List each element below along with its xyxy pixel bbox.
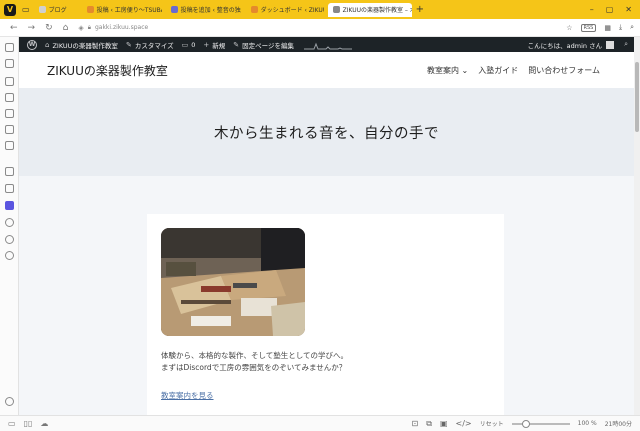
tab-blog[interactable]: ブログ (34, 3, 78, 17)
search-icon[interactable]: ⌕ (630, 23, 634, 32)
edit-page-link[interactable]: ✎ 固定ページを編集 (233, 40, 294, 50)
vivaldi-logo-icon[interactable]: V (4, 3, 16, 16)
downloads-icon[interactable] (5, 59, 14, 68)
home-icon: ⌂ (45, 40, 50, 49)
add-panel-icon[interactable] (5, 251, 14, 260)
intro-text-line2: まずはDiscordで工房の雰囲気をのぞいてみませんか？ (161, 363, 347, 372)
window-panel-icon[interactable] (5, 109, 14, 118)
panel-toggle-icon[interactable]: ▭ (8, 419, 16, 428)
site-title[interactable]: ZIKUUの楽器製作教室 (47, 62, 168, 79)
scrollbar-thumb[interactable] (635, 62, 639, 132)
back-icon[interactable]: ← (10, 23, 18, 33)
tab-dashboard[interactable]: ダッシュボード ‹ ZIKUU ... (246, 3, 324, 17)
mail-icon[interactable] (5, 184, 14, 193)
new-tab-icon[interactable]: + (416, 4, 424, 15)
site-header: ZIKUUの楽器製作教室 教室案内 ⌄ 入塾ガイド 問い合わせフォーム (19, 52, 634, 88)
wp-logo-menu[interactable]: W (27, 39, 37, 50)
favicon-icon (250, 6, 258, 13)
zoom-level: 100 % (577, 420, 597, 427)
stats-sparkline-icon[interactable] (304, 40, 353, 50)
page-viewport: ZIKUUの楽器製作教室 教室案内 ⌄ 入塾ガイド 問い合わせフォーム 木から生… (19, 52, 634, 415)
intro-card: 体験から、本格的な製作、そして塾生としての学びへ。 まずはDiscordで工房の… (147, 214, 504, 415)
zoom-reset[interactable]: リセット (480, 419, 504, 428)
pencil-icon: ✎ (233, 40, 240, 49)
menu-item-classroom[interactable]: 教室案内 ⌄ (427, 65, 468, 76)
primary-menu: 教室案内 ⌄ 入塾ガイド 問い合わせフォーム (427, 65, 600, 76)
close-window-icon[interactable]: ✕ (625, 5, 632, 14)
tab-add-post[interactable]: 投稿を追加 ‹ 整音の独り... (166, 3, 242, 17)
tile-icon[interactable]: ⧉ (426, 419, 432, 429)
web-panel-icon[interactable] (5, 235, 14, 244)
browser-status-bar: ▭ ▯▯ ☁ ⊡ ⧉ ▣ </> リセット 100 % 21時00分 (0, 415, 640, 431)
lock-icon: 🔒︎ (87, 23, 91, 31)
page-actions-icon[interactable]: </> (456, 419, 472, 428)
menu-item-admission-guide[interactable]: 入塾ガイド (478, 65, 518, 76)
window-controls: – ▢ ✕ (590, 5, 632, 14)
intro-text: 体験から、本格的な製作、そして塾生としての学びへ。 まずはDiscordで工房の… (161, 350, 348, 374)
capture-icon[interactable]: ⊡ (412, 419, 419, 428)
my-account-menu[interactable]: こんにちは、admin さん ⌕ (528, 40, 628, 50)
settings-icon[interactable] (5, 397, 14, 406)
sync-cloud-icon[interactable]: ☁ (40, 419, 48, 428)
minimize-icon[interactable]: – (590, 5, 594, 14)
plus-icon: + (203, 40, 210, 49)
status-bar-tools: ⊡ ⧉ ▣ </> リセット 100 % 21時00分 (412, 419, 632, 429)
tiling-icon[interactable]: ▯▯ (24, 419, 33, 428)
bookmark-icon[interactable]: ☆ (566, 24, 572, 32)
new-content-menu[interactable]: + 新規 (203, 40, 225, 50)
wp-admin-bar: W ⌂ ZIKUUの楽器製作教室 ✎ カスタマイズ ▭ 0 + 新規 ✎ 固定ペ… (19, 37, 634, 52)
address-bar-tools: ☆ RSS ▦ ⤓ ⌕ (566, 23, 634, 32)
customize-link[interactable]: ✎ カスタマイズ (126, 40, 174, 50)
translate-icon[interactable] (5, 141, 14, 150)
browser-side-panel (0, 37, 19, 415)
hero-title: 木から生まれる音を、自分の手で (214, 125, 439, 142)
zoom-slider[interactable] (511, 419, 570, 428)
classroom-info-link[interactable]: 教室案内を見る (161, 390, 214, 401)
workshop-photo (161, 228, 305, 336)
forward-icon[interactable]: → (28, 23, 36, 33)
wordpress-icon: W (27, 39, 37, 50)
avatar (606, 40, 615, 49)
favicon-icon (86, 6, 94, 13)
tab-post-kobo[interactable]: 投稿 ‹ 工房便り〜TSUBA... (82, 3, 162, 17)
rss-icon[interactable]: RSS (580, 23, 597, 32)
brush-icon: ✎ (125, 40, 132, 49)
calendar-icon[interactable] (5, 167, 14, 176)
page-scrollbar[interactable] (634, 37, 640, 415)
comment-icon: ▭ (181, 40, 189, 49)
notes-icon[interactable] (5, 93, 14, 102)
web-panel-icon[interactable] (5, 218, 14, 227)
site-name-menu[interactable]: ⌂ ZIKUUの楽器製作教室 (45, 40, 118, 50)
reading-list-icon[interactable] (5, 125, 14, 134)
history-icon[interactable] (5, 77, 14, 86)
maximize-icon[interactable]: ▢ (606, 5, 614, 14)
url-field[interactable]: ◈ 🔒︎ gakki.zikuu.space (78, 24, 148, 32)
favicon-icon (170, 6, 178, 13)
tab-zikuu-active[interactable]: ZIKUUの楽器製作教室 – 木 ✕ (327, 2, 412, 17)
image-toggle-icon[interactable]: ▣ (440, 419, 448, 428)
download-icon[interactable]: ⤓ (619, 23, 622, 32)
extensions-icon[interactable]: ▦ (604, 24, 611, 32)
search-icon[interactable]: ⌕ (624, 40, 628, 49)
hero-banner: 木から生まれる音を、自分の手で (19, 88, 634, 176)
shield-icon: ◈ (78, 23, 84, 32)
comments-link[interactable]: ▭ 0 (182, 41, 196, 49)
favicon-icon (38, 6, 46, 13)
clock: 21時00分 (604, 421, 632, 428)
panel-icon[interactable]: ▭ (22, 5, 30, 14)
workshop-photo-image (161, 228, 305, 336)
zoom-slider-handle[interactable] (521, 419, 530, 428)
address-bar: ← → ↻ ⌂ ◈ 🔒︎ gakki.zikuu.space ☆ RSS ▦ ⤓… (0, 19, 640, 37)
reload-icon[interactable]: ↻ (45, 23, 53, 33)
favicon-icon (332, 6, 340, 13)
mastodon-icon[interactable] (5, 201, 14, 210)
intro-text-line1: 体験から、本格的な製作、そして塾生としての学びへ。 (161, 351, 349, 360)
browser-tab-bar: V ▭ ブログ 投稿 ‹ 工房便り〜TSUBA... 投稿を追加 ‹ 整音の独り… (0, 0, 640, 19)
home-icon[interactable]: ⌂ (63, 23, 69, 33)
menu-item-contact-form[interactable]: 問い合わせフォーム (528, 65, 600, 76)
bookmarks-icon[interactable] (5, 43, 14, 52)
